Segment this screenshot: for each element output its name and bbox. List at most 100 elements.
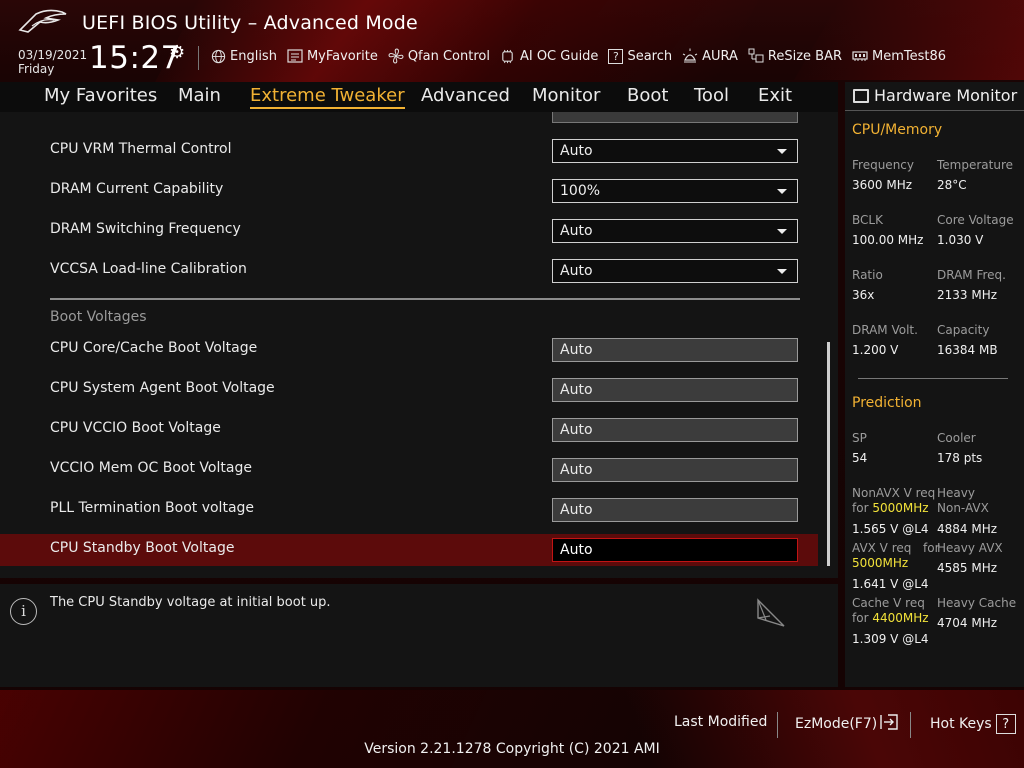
qfan-control-label: Qfan Control	[407, 48, 490, 64]
help-key-icon: ?	[995, 714, 1016, 734]
setting-row[interactable]: CPU VRM Thermal Control Auto	[0, 135, 818, 167]
tab-tool[interactable]: Tool	[694, 85, 729, 106]
settings-panel: CPU VRM Thermal Control Auto DRAM Curren…	[0, 112, 838, 578]
tab-exit[interactable]: Exit	[758, 85, 792, 106]
setting-row[interactable]: VCCSA Load-line Calibration Auto	[0, 255, 818, 287]
hot-keys-button[interactable]: Hot Keys ?	[930, 714, 1016, 734]
main-menu: My Favorites Main Extreme Tweaker Advanc…	[0, 82, 838, 112]
aura-label: AURA	[702, 48, 738, 64]
day-text: Friday	[18, 62, 55, 76]
memtest86-button[interactable]: MemTest86	[852, 48, 946, 64]
frequency-value: 3600 MHz	[852, 178, 913, 192]
hardware-monitor-title: Hardware Monitor	[853, 86, 1017, 105]
dropdown-value: Auto	[560, 143, 593, 159]
temperature-value: 28°C	[937, 178, 967, 192]
setting-label: DRAM Switching Frequency	[50, 221, 241, 237]
dropdown-arrow-icon	[777, 269, 787, 274]
setting-value-field[interactable]: Auto	[552, 338, 798, 362]
sp-label: SP	[852, 431, 867, 445]
search-label: Search	[627, 48, 673, 64]
ratio-value: 36x	[852, 288, 875, 302]
setting-row[interactable]: CPU Core/Cache Boot Voltage Auto	[0, 334, 818, 366]
scrollbar[interactable]	[827, 342, 830, 566]
cache-freq: 4400MHz	[872, 611, 929, 625]
dropdown-value: Auto	[560, 223, 593, 239]
bios-screen: { "header": { "app_title": "UEFI BIOS Ut…	[0, 0, 1024, 768]
frequency-label: Frequency	[852, 158, 914, 172]
setting-row[interactable]: CPU System Agent Boot Voltage Auto	[0, 374, 818, 406]
tab-my-favorites[interactable]: My Favorites	[44, 85, 157, 106]
ai-oc-guide-label: AI OC Guide	[519, 48, 599, 64]
tab-main[interactable]: Main	[178, 85, 221, 106]
ezmode-label: EzMode(F7)	[795, 716, 878, 732]
qfan-control-button[interactable]: Qfan Control	[388, 48, 490, 64]
setting-row[interactable]: DRAM Switching Frequency Auto	[0, 215, 818, 247]
nonavx-vreq-label: NonAVX V req for 5000MHz	[852, 486, 937, 516]
cache-vreq-label: Cache V req for 4400MHz	[852, 596, 937, 626]
rog-logo-icon	[18, 9, 67, 33]
dropdown-arrow-icon	[777, 229, 787, 234]
setting-label: PLL Termination Boot voltage	[50, 500, 255, 516]
setting-label: VCCSA Load-line Calibration	[50, 261, 247, 277]
toolbar: English MyFavorite Qfan Control AI OC Gu…	[210, 46, 956, 66]
setting-row[interactable]: VCCIO Mem OC Boot Voltage Auto	[0, 454, 818, 486]
setting-label: CPU Standby Boot Voltage	[50, 540, 235, 556]
gear-icon[interactable]: ⚙	[169, 42, 185, 63]
search-button[interactable]: ? Search	[608, 48, 673, 64]
ai-oc-guide-button[interactable]: AI OC Guide	[500, 48, 598, 64]
setting-dropdown[interactable]: 100%	[552, 179, 798, 203]
setting-value-field[interactable]: Auto	[552, 458, 798, 482]
language-button[interactable]: English	[210, 48, 277, 64]
heavy-nonavx-label: Heavy Non-AVX	[937, 486, 989, 516]
tab-extreme-tweaker[interactable]: Extreme Tweaker	[250, 85, 405, 109]
nonavx-label-text: NonAVX V req	[852, 486, 936, 500]
setting-dropdown[interactable]: Auto	[552, 259, 798, 283]
heavy-text: Heavy	[937, 486, 975, 500]
resize-bar-label: ReSize BAR	[767, 48, 843, 64]
setting-value-field[interactable]: Auto	[552, 378, 798, 402]
footer-separator	[910, 712, 911, 738]
resize-bar-button[interactable]: ReSize BAR	[748, 48, 842, 64]
tab-boot[interactable]: Boot	[627, 85, 668, 106]
search-help-icon: ?	[608, 48, 624, 64]
language-label: English	[230, 48, 277, 64]
aura-button[interactable]: AURA	[682, 48, 738, 64]
ratio-label: Ratio	[852, 268, 883, 282]
aura-light-icon	[682, 48, 698, 64]
prediction-section-title: Prediction	[852, 395, 922, 411]
sp-value: 54	[852, 451, 868, 465]
setting-value-field[interactable]: Auto	[552, 538, 798, 562]
rog-emblem-icon	[757, 598, 785, 627]
fan-icon	[388, 48, 404, 64]
bclk-value: 100.00 MHz	[852, 233, 924, 247]
setting-row-selected[interactable]: CPU Standby Boot Voltage Auto	[0, 534, 818, 566]
setting-value-field[interactable]: Auto	[552, 418, 798, 442]
myfavorite-button[interactable]: MyFavorite	[287, 48, 378, 64]
heavy-cache-value: 4704 MHz	[937, 616, 998, 630]
cache-label-text: Cache V req	[852, 596, 925, 610]
heavy-avx-label: Heavy AVX	[937, 541, 1003, 555]
setting-dropdown[interactable]: Auto	[552, 139, 798, 163]
setting-dropdown[interactable]: Auto	[552, 219, 798, 243]
setting-row[interactable]: PLL Termination Boot voltage Auto	[0, 494, 818, 526]
hardware-monitor-panel: Hardware Monitor CPU/Memory Frequency 36…	[845, 82, 1024, 687]
date-text: 03/19/2021	[18, 48, 88, 62]
setting-value-field[interactable]: Auto	[552, 498, 798, 522]
core-voltage-label: Core Voltage	[937, 213, 1014, 227]
ezmode-button[interactable]: EzMode(F7)	[795, 714, 898, 734]
info-icon: i	[10, 598, 37, 625]
resize-bar-icon	[748, 48, 764, 64]
setting-row[interactable]: DRAM Current Capability 100%	[0, 175, 818, 207]
footer-separator	[777, 712, 778, 738]
heavy-avx-value: 4585 MHz	[937, 561, 998, 575]
setting-label: CPU System Agent Boot Voltage	[50, 380, 275, 396]
dram-volt-value: 1.200 V	[852, 343, 899, 357]
hot-keys-label: Hot Keys	[930, 716, 992, 732]
last-modified-button[interactable]: Last Modified	[674, 714, 767, 730]
cooler-label: Cooler	[937, 431, 976, 445]
section-divider	[50, 298, 800, 300]
memory-icon	[852, 48, 868, 64]
setting-row[interactable]: CPU VCCIO Boot Voltage Auto	[0, 414, 818, 446]
tab-monitor[interactable]: Monitor	[532, 85, 600, 106]
tab-advanced[interactable]: Advanced	[421, 85, 510, 106]
